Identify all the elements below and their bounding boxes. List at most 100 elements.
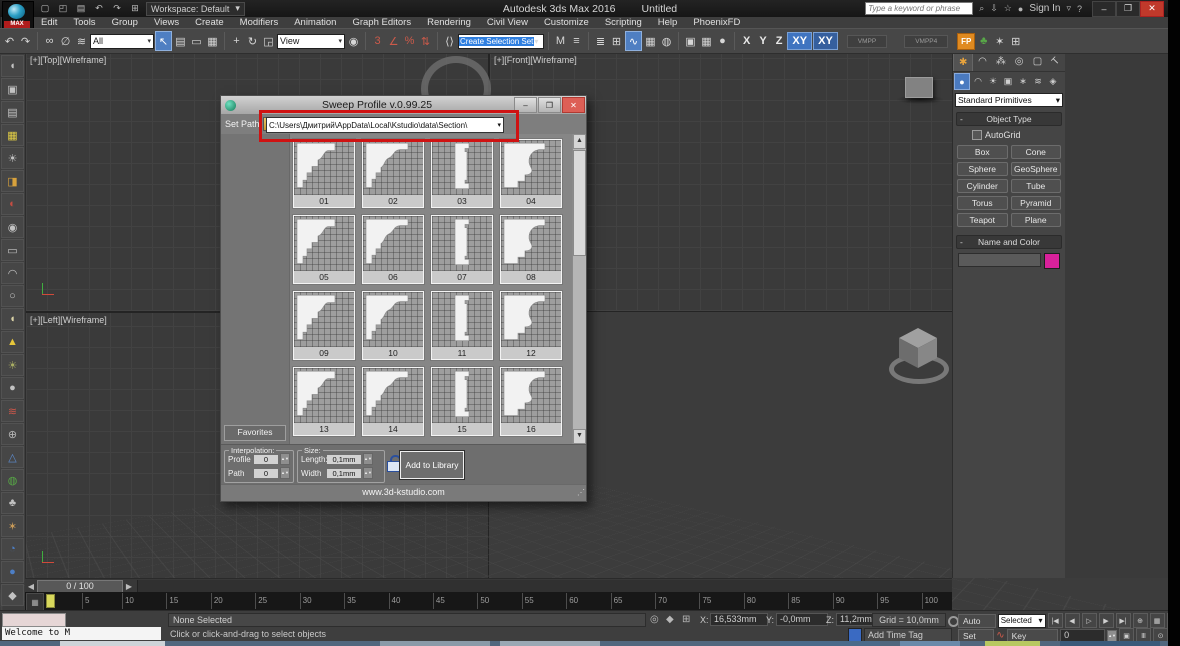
add-to-library-button[interactable]: Add to Library xyxy=(399,450,465,480)
crossing-selection-icon[interactable]: ▦ xyxy=(205,32,220,50)
keyboard-shortcut-icon[interactable]: ⟨⟩ xyxy=(442,32,457,50)
reference-coordinate-dropdown[interactable]: View ▾ xyxy=(277,34,345,49)
save-file-icon[interactable]: ▤ xyxy=(74,2,88,15)
dialog-maximize-button[interactable]: ❐ xyxy=(538,97,561,113)
axis-xyn-button[interactable]: XY xyxy=(813,32,838,50)
use-pivot-center-icon[interactable]: ◉ xyxy=(346,32,361,50)
key-filters-button[interactable]: Key Filters... xyxy=(1007,629,1059,643)
sign-in-link[interactable]: Sign In xyxy=(1029,3,1060,14)
left-toolbar-icon[interactable]: ▭ xyxy=(1,239,24,261)
help-icon[interactable]: ? xyxy=(1077,4,1082,14)
axis-y-button[interactable]: Y xyxy=(755,33,770,49)
download-icon[interactable]: ⇩ xyxy=(990,3,998,14)
width-value[interactable]: 0,1mm xyxy=(327,469,361,478)
mini-curve-editor-icon[interactable]: ▦ xyxy=(26,593,44,611)
left-toolbar-icon[interactable]: ◖ xyxy=(1,55,24,77)
favorites-star-icon[interactable]: ☆ xyxy=(1004,3,1012,14)
cameras-icon[interactable]: ▣ xyxy=(1001,73,1015,90)
redo-icon[interactable]: ↷ xyxy=(110,2,124,15)
menu-item[interactable]: Graph Editors xyxy=(345,17,418,28)
profile-tile[interactable]: 01 xyxy=(293,139,355,208)
frame-spinner-arrows[interactable]: ▲▼ xyxy=(1107,630,1117,642)
primitive-button[interactable]: Box xyxy=(957,145,1008,159)
profile-tile[interactable]: 09 xyxy=(293,291,355,360)
tab-hierarchy[interactable]: ⁂ xyxy=(992,52,1010,71)
isolate-selection-icon[interactable]: ◎ xyxy=(650,614,659,625)
scroll-down-icon[interactable]: ▼ xyxy=(573,429,586,444)
snap-toggle-3d-icon[interactable]: 3 xyxy=(370,32,385,50)
macro-recorder-field[interactable] xyxy=(2,613,66,627)
unlink-selection-icon[interactable]: ∅ xyxy=(58,32,73,50)
resize-grip[interactable]: ⋰ xyxy=(577,485,585,500)
menu-item[interactable]: Modifiers xyxy=(233,17,286,28)
profile-tile[interactable]: 04 xyxy=(500,139,562,208)
left-toolbar-icon[interactable]: ♣ xyxy=(1,492,24,514)
left-toolbar-icon[interactable]: ○ xyxy=(1,285,24,307)
object-name-input[interactable] xyxy=(958,253,1041,267)
profile-tile[interactable]: 11 xyxy=(431,291,493,360)
key-mode-dropdown[interactable]: Selected ▾ xyxy=(998,614,1046,628)
left-toolbar-icon[interactable]: ● xyxy=(1,561,24,583)
graphite-ribbon-icon[interactable]: ⊞ xyxy=(609,32,624,50)
render-setup-icon[interactable]: ▣ xyxy=(683,32,698,50)
left-toolbar-icon[interactable]: ▤ xyxy=(1,101,24,123)
phoenix-fd-button[interactable]: FP xyxy=(957,33,975,50)
percent-snap-icon[interactable]: % xyxy=(402,32,417,50)
left-toolbar-icon[interactable]: ☀ xyxy=(1,354,24,376)
absolute-mode-icon[interactable]: ⊞ xyxy=(682,614,690,625)
max-logo-button[interactable]: MAX xyxy=(2,1,34,30)
auto-key-button[interactable]: Auto Key xyxy=(958,614,996,628)
bind-to-spacewarp-icon[interactable]: ≋ xyxy=(74,32,89,50)
spinner-arrows[interactable]: ▲▼ xyxy=(363,453,373,465)
menu-item[interactable]: Create xyxy=(188,17,231,28)
left-toolbar-icon[interactable]: ✶ xyxy=(1,515,24,537)
spinner-snap-icon[interactable]: ⇅ xyxy=(418,32,433,50)
menu-item[interactable]: Help xyxy=(651,17,685,28)
playback-button[interactable]: ▶ xyxy=(1099,613,1114,628)
object-type-header[interactable]: - Object Type xyxy=(956,112,1062,126)
forest-pack-icon[interactable]: ♣ xyxy=(976,32,991,50)
left-toolbar-icon[interactable]: ☀ xyxy=(1,147,24,169)
website-link[interactable]: www.3d-kstudio.com xyxy=(362,487,445,497)
viewcube[interactable] xyxy=(888,328,948,390)
select-and-rotate-icon[interactable]: ↻ xyxy=(245,32,260,50)
rendered-frame-icon[interactable]: ▦ xyxy=(699,32,714,50)
menu-item[interactable]: Views xyxy=(147,17,186,28)
profile-tile[interactable]: 05 xyxy=(293,215,355,284)
nav-icon[interactable]: ⊕ xyxy=(1133,613,1148,628)
menu-item[interactable]: Scripting xyxy=(598,17,649,28)
menu-item[interactable]: Customize xyxy=(537,17,596,28)
shapes-icon[interactable]: ◠ xyxy=(971,73,985,90)
playback-button[interactable]: ▶| xyxy=(1116,613,1131,628)
viewport-nav-icon[interactable]: Ⅲ xyxy=(1136,628,1151,642)
profile-tile[interactable]: 06 xyxy=(362,215,424,284)
time-tag-icon[interactable] xyxy=(848,628,862,642)
grid-tool-icon[interactable]: ⊞ xyxy=(1008,32,1023,50)
time-slider-value[interactable]: 0 / 100 xyxy=(37,580,123,593)
left-toolbar-icon[interactable]: ◐ xyxy=(1,193,24,215)
scrollbar-thumb[interactable] xyxy=(573,150,586,256)
menu-item[interactable]: PhoenixFD xyxy=(686,17,747,28)
time-marker[interactable] xyxy=(46,594,55,608)
left-toolbar-icon[interactable]: ≋ xyxy=(1,400,24,422)
restore-button[interactable]: ❐ xyxy=(1116,1,1140,17)
profile-tile[interactable]: 14 xyxy=(362,367,424,436)
axis-z-button[interactable]: Z xyxy=(772,33,787,49)
angle-snap-icon[interactable]: ∠ xyxy=(386,32,401,50)
axis-xy-button[interactable]: XY xyxy=(787,32,812,50)
menu-item[interactable]: Civil View xyxy=(480,17,535,28)
path-spinner-value[interactable]: 0 xyxy=(254,469,278,478)
minimize-button[interactable]: – xyxy=(1092,1,1116,17)
time-slider-track[interactable] xyxy=(137,580,952,592)
left-toolbar-icon[interactable]: ▲ xyxy=(1,331,24,353)
maxscript-listener-field[interactable]: Welcome to M xyxy=(2,627,161,640)
primitive-button[interactable]: Tube xyxy=(1011,179,1062,193)
left-toolbar-icon[interactable]: ◨ xyxy=(1,170,24,192)
primitive-button[interactable]: Pyramid xyxy=(1011,196,1062,210)
schematic-view-icon[interactable]: ▦ xyxy=(643,32,658,50)
profile-tile[interactable]: 12 xyxy=(500,291,562,360)
playback-button[interactable]: ◀ xyxy=(1065,613,1080,628)
select-and-scale-icon[interactable]: ◲ xyxy=(261,32,276,50)
favorites-button[interactable]: Favorites xyxy=(224,425,286,441)
playback-button[interactable]: |◀ xyxy=(1048,613,1063,628)
